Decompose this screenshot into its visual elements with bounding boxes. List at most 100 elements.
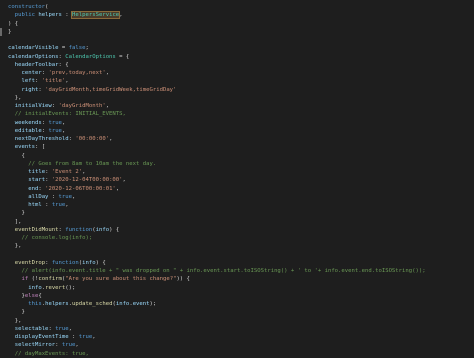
code-line[interactable]: html : true, (8, 201, 474, 209)
code-token-prop: editable (14, 127, 42, 134)
code-token-prop: event (132, 301, 150, 307)
code-line[interactable]: }, (8, 94, 474, 102)
code-token-type: CalendarOptions (65, 53, 116, 60)
code-line[interactable]: selectMirror: true, (8, 341, 474, 349)
code-line[interactable]: editable: true, (8, 127, 474, 135)
code-line[interactable]: info.revert(); (8, 284, 474, 292)
code-token-punc: , (109, 136, 113, 142)
code-line[interactable]: eventDidMount: function(info) { (8, 226, 474, 234)
code-token-punc: (); (65, 284, 76, 291)
code-line[interactable]: } (0, 27, 474, 37)
code-line[interactable]: end: '2020-12-06T00:00:01', (8, 185, 474, 193)
code-line[interactable]: if (!confirm("Are you sure about this ch… (8, 275, 474, 283)
code-token-keyword: true (61, 342, 76, 349)
code-line[interactable]: nextDayThreshold: '00:00:00', (8, 135, 474, 143)
code-line[interactable]: constructor( (8, 3, 474, 11)
code-line[interactable]: public helpers : HelpersService, (8, 11, 474, 20)
code-line[interactable]: calendarVisible = false; (8, 44, 474, 52)
code-line[interactable]: calendarOptions: CalendarOptions = { (8, 53, 474, 61)
code-token-punc: : (68, 334, 79, 340)
code-token-prop: info (28, 284, 42, 291)
code-line[interactable]: this.helpers.update_sched(info.event); (8, 300, 474, 308)
code-token-prop: events (14, 144, 35, 151)
code-line[interactable]: start: '2020-12-04T00:00:00', (8, 176, 474, 184)
code-token-punc: , (68, 325, 73, 332)
code-token-punc: ) { (109, 226, 120, 233)
code-token-punc: : (51, 103, 59, 109)
code-line[interactable]: ], (8, 218, 474, 226)
code-token-string: 'Event 2' (51, 169, 83, 175)
code-token-prop: start (28, 177, 46, 184)
code-token-highlight: HelpersService (71, 11, 121, 20)
code-token-string: 'dayGridMonth' (58, 103, 106, 109)
code-token-punc: ) { (95, 259, 106, 266)
code-token-prop: right (21, 86, 39, 93)
code-token-comment: // dayMaxEvents: true, (14, 350, 89, 357)
code-line[interactable]: }else{ (8, 292, 474, 300)
code-token-prop: weekends (14, 119, 42, 126)
code-token-punc: , (61, 127, 66, 134)
code-line[interactable]: events: [ (8, 143, 474, 151)
code-line[interactable]: eventDrop: function(info) { (8, 259, 474, 267)
code-line[interactable]: title: 'Event 2', (8, 168, 474, 176)
code-line[interactable]: // Goes from 8am to 10am the next day. (8, 160, 474, 168)
code-token-keyword: true (48, 127, 62, 134)
code-token-prop: displayEventTime (14, 334, 69, 340)
code-token-punc: ( (45, 4, 49, 10)
code-line[interactable]: weekends: true, (8, 119, 474, 127)
code-token-punc: : (61, 12, 73, 19)
code-token-string: '2020-12-06T00:00:01' (45, 185, 116, 192)
code-line[interactable]: } (8, 209, 474, 217)
code-line[interactable]: // dayMaxEvents: true, (8, 350, 474, 358)
code-line[interactable]: ) { (8, 20, 474, 28)
code-token-prop: title (28, 169, 46, 175)
code-token-func: eventDrop (14, 259, 46, 266)
code-line[interactable]: headerToolbar: { (8, 61, 474, 69)
code-line[interactable]: right: 'dayGridMonth,timeGridWeek,timeGr… (8, 86, 474, 94)
code-line[interactable]: // console.log(info); (8, 234, 474, 242)
code-token-comment: // initialEvents: INITIAL_EVENTS, (14, 111, 126, 118)
code-line[interactable]: center: 'prev,today,next', (8, 69, 474, 77)
code-token-punc: : { (58, 61, 69, 68)
code-line[interactable]: }, (8, 317, 474, 325)
code-token-prop: nextDayThreshold (14, 136, 69, 142)
code-token-punc: , (61, 119, 66, 126)
code-line[interactable]: // alert(info.event.title + " was droppe… (8, 267, 474, 275)
code-line[interactable]: }, (8, 242, 474, 250)
code-token-punc: ) { (8, 20, 19, 27)
code-line[interactable]: allDay : true, (8, 193, 474, 201)
code-line[interactable] (8, 36, 474, 44)
code-token-keyword: public (14, 12, 35, 19)
code-line[interactable] (8, 251, 474, 259)
code-line[interactable]: initialView: 'dayGridMonth', (8, 102, 474, 110)
code-token-keyword: function (51, 259, 79, 266)
code-line[interactable]: selectable: true, (8, 325, 474, 333)
code-token-string: '00:00:00' (75, 136, 110, 142)
code-token-punc: : [ (34, 144, 46, 151)
code-line[interactable]: // initialEvents: INITIAL_EVENTS, (8, 110, 474, 118)
code-editor[interactable]: constructor( public helpers : HelpersSer… (0, 0, 474, 357)
code-line[interactable]: left: 'title', (8, 77, 474, 85)
code-line[interactable]: { (8, 152, 474, 160)
code-token-prop: center (21, 70, 42, 76)
code-line[interactable]: } (8, 308, 474, 316)
code-token-control: else (24, 292, 39, 299)
code-line[interactable]: displayEventTime : true, (8, 333, 474, 341)
code-token-punc: ; (85, 45, 89, 52)
